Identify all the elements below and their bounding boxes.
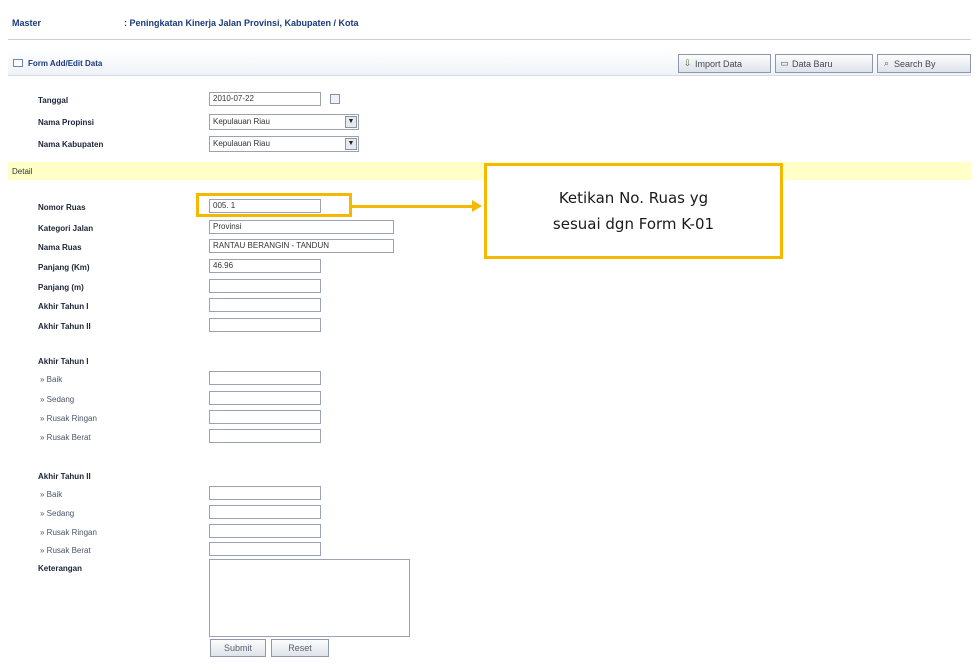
annotation-callout: Ketikan No. Ruas yg sesuai dgn Form K-01 xyxy=(484,163,783,259)
kategori-jalan-input[interactable]: Provinsi xyxy=(209,220,394,234)
nomor-ruas-highlight xyxy=(196,193,352,217)
akhir-tahun-2-label: Akhir Tahun II xyxy=(38,322,91,331)
group1-rusak-berat-label: » Rusak Berat xyxy=(40,433,91,442)
import-icon: ⇩ xyxy=(683,58,692,68)
page-header: Master : Peningkatan Kinerja Jalan Provi… xyxy=(8,10,971,40)
new-document-icon: ▭ xyxy=(780,58,789,68)
group1-sedang-label: » Sedang xyxy=(40,395,75,404)
search-by-button[interactable]: ⌕ Search By xyxy=(877,54,971,73)
arrow-icon xyxy=(472,200,482,212)
reset-button[interactable]: Reset xyxy=(271,639,329,657)
group1-baik-input[interactable] xyxy=(209,371,321,385)
group1-baik-label: » Baik xyxy=(40,375,63,384)
tanggal-input[interactable]: 2010-07-22 xyxy=(209,92,321,106)
calendar-icon[interactable] xyxy=(330,94,340,104)
panjang-m-input[interactable] xyxy=(209,279,321,293)
page-title: : Peningkatan Kinerja Jalan Provinsi, Ka… xyxy=(124,18,359,28)
group2-title: Akhir Tahun II xyxy=(38,472,91,481)
callout-line-2: sesuai dgn Form K-01 xyxy=(552,215,715,233)
keterangan-label: Keterangan xyxy=(38,564,83,573)
tanggal-label: Tanggal xyxy=(38,96,69,105)
group2-baik-label: » Baik xyxy=(40,490,63,499)
group2-sedang-label: » Sedang xyxy=(40,509,75,518)
import-data-button[interactable]: ⇩ Import Data xyxy=(678,54,771,73)
kabupaten-select[interactable]: Kepulauan Riau ▼ xyxy=(209,136,359,152)
group1-sedang-input[interactable] xyxy=(209,391,321,405)
app-root: Master : Peningkatan Kinerja Jalan Provi… xyxy=(0,0,979,670)
search-icon: ⌕ xyxy=(883,58,890,68)
group1-rusak-ringan-input[interactable] xyxy=(209,410,321,424)
keterangan-textarea[interactable] xyxy=(209,559,410,637)
detail-label: Detail xyxy=(12,167,33,176)
panjang-km-label: Panjang (Km) xyxy=(38,263,90,272)
nama-ruas-input[interactable]: RANTAU BERANGIN - TANDUN xyxy=(209,239,394,253)
chevron-down-icon[interactable]: ▼ xyxy=(345,138,357,150)
propinsi-select[interactable]: Kepulauan Riau ▼ xyxy=(209,114,359,130)
form-toolbar: Form Add/Edit Data ⇩ Import Data ▭ Data … xyxy=(8,50,971,76)
group2-rusak-berat-label: » Rusak Berat xyxy=(40,546,91,555)
chevron-down-icon[interactable]: ▼ xyxy=(345,116,357,128)
new-data-button[interactable]: ▭ Data Baru xyxy=(775,54,873,73)
panjang-km-input[interactable]: 46.96 xyxy=(209,259,321,273)
akhir-tahun-1-input[interactable] xyxy=(209,298,321,312)
propinsi-label: Nama Propinsi xyxy=(38,118,95,127)
propinsi-value: Kepulauan Riau xyxy=(213,117,270,126)
kabupaten-label: Nama Kabupaten xyxy=(38,140,104,149)
group2-rusak-ringan-input[interactable] xyxy=(209,524,321,538)
form-title: Form Add/Edit Data xyxy=(28,59,103,68)
import-data-label: Import Data xyxy=(695,58,743,69)
nomor-ruas-label: Nomor Ruas xyxy=(38,203,86,212)
kategori-jalan-label: Kategori Jalan xyxy=(38,224,94,233)
form-icon xyxy=(13,59,23,67)
search-by-label: Search By xyxy=(894,58,936,69)
akhir-tahun-1-label: Akhir Tahun I xyxy=(38,302,89,311)
submit-button[interactable]: Submit xyxy=(210,639,266,657)
callout-connector xyxy=(352,205,474,208)
nama-ruas-label: Nama Ruas xyxy=(38,243,82,252)
group2-rusak-berat-input[interactable] xyxy=(209,542,321,556)
module-name: Master xyxy=(12,18,42,28)
akhir-tahun-2-input[interactable] xyxy=(209,318,321,332)
new-data-label: Data Baru xyxy=(792,58,833,69)
group1-rusak-berat-input[interactable] xyxy=(209,429,321,443)
group2-sedang-input[interactable] xyxy=(209,505,321,519)
group1-rusak-ringan-label: » Rusak Ringan xyxy=(40,414,97,423)
group2-rusak-ringan-label: » Rusak Ringan xyxy=(40,528,97,537)
group1-title: Akhir Tahun I xyxy=(38,357,89,366)
kabupaten-value: Kepulauan Riau xyxy=(213,139,270,148)
group2-baik-input[interactable] xyxy=(209,486,321,500)
callout-line-1: Ketikan No. Ruas yg xyxy=(558,189,709,207)
panjang-m-label: Panjang (m) xyxy=(38,283,84,292)
